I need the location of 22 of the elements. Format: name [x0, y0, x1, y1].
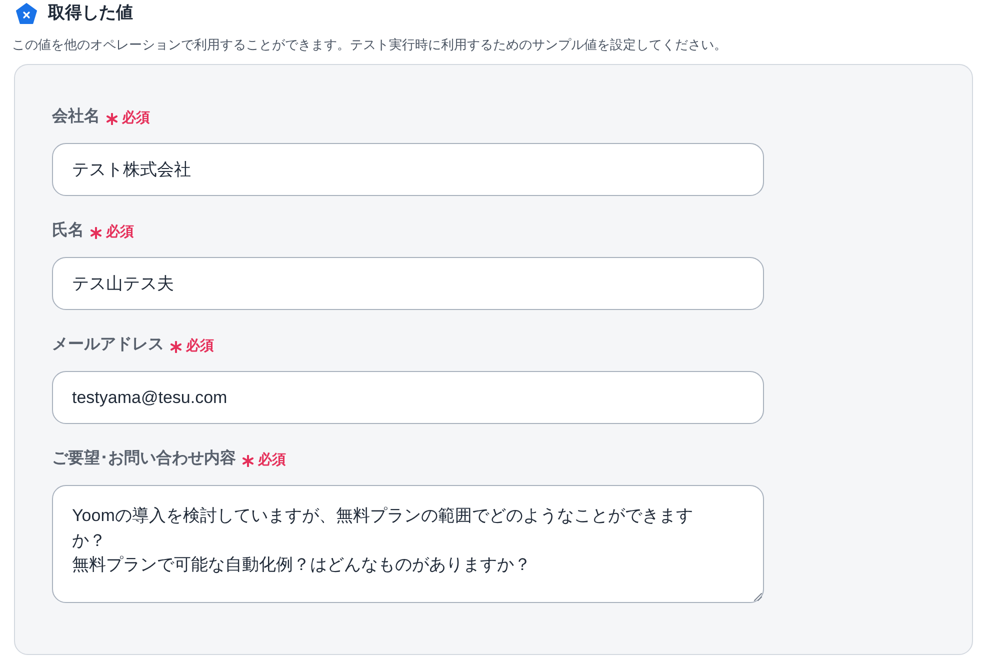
textarea-text: Yoomの導入を検討していますが、無料プランの範囲でどのようなことができますか？ [72, 505, 694, 552]
input-field[interactable]: テスト株式会社 [52, 143, 764, 196]
resize-grip-icon[interactable] [754, 593, 762, 601]
asterisk-icon [170, 340, 182, 352]
input-field[interactable]: testyama@tesu.com [52, 371, 764, 424]
input-field[interactable]: テス山テス夫 [52, 257, 764, 310]
required-label: 必須 [186, 336, 214, 355]
field-label: メールアドレス [52, 335, 164, 355]
field-label: 会社名 [52, 107, 100, 127]
field-label: ご要望･お問い合わせ内容 [52, 449, 236, 469]
textarea-text: 無料プランで可能な自動化例？はどんなものがありますか？ [72, 554, 532, 576]
asterisk-icon [106, 112, 118, 124]
x-pentagon-icon [16, 2, 37, 24]
textarea-field[interactable]: Yoomの導入を検討していますが、無料プランの範囲でどのようなことができますか？ 無料プランで可能な自動化例？はどんなものがありますか？ [52, 485, 764, 603]
required-label: 必須 [122, 108, 150, 127]
required-label: 必須 [106, 222, 134, 241]
section-title: 取得した値 [48, 2, 133, 24]
asterisk-icon [242, 454, 254, 466]
field-label: 氏名 [52, 221, 84, 241]
asterisk-icon [90, 226, 102, 238]
section-description: この値を他のオペレーションで利用することができます。テスト実行時に利用するためのサンプル値を設定してください。 [12, 36, 728, 53]
required-label: 必須 [258, 450, 286, 469]
